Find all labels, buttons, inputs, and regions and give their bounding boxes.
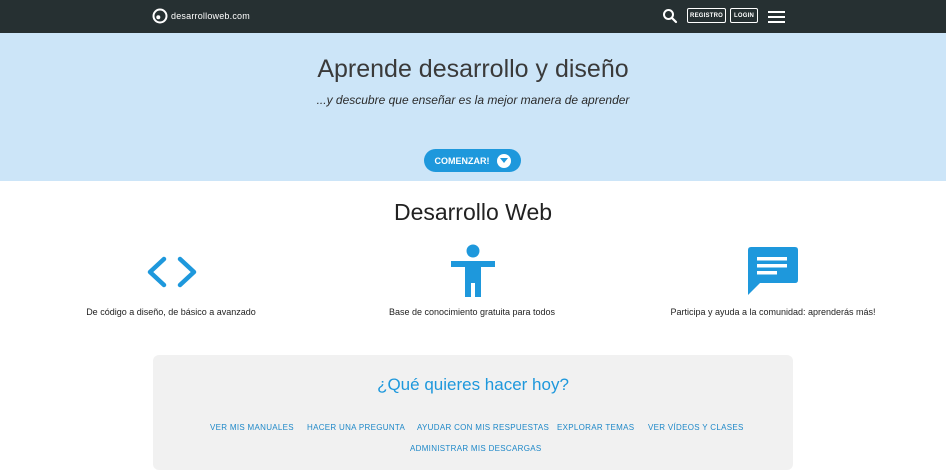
action-link-manuals[interactable]: VER MIS MANUALES — [210, 423, 294, 432]
register-button[interactable]: REGISTRO — [687, 8, 726, 23]
start-button-label: COMENZAR! — [434, 155, 490, 166]
site-logo[interactable]: desarrolloweb.com — [152, 7, 250, 25]
chevron-down-icon — [496, 153, 511, 168]
logo-icon — [152, 8, 168, 24]
person-icon — [451, 244, 495, 297]
logo-text: desarrolloweb.com — [171, 11, 250, 21]
feature-text-code: De código a diseño, de básico a avanzado — [86, 307, 256, 317]
search-icon — [663, 9, 678, 24]
actions-panel: ¿Qué quieres hacer hoy? VER MIS MANUALES… — [153, 355, 793, 470]
action-link-downloads[interactable]: ADMINISTRAR MIS DESCARGAS — [410, 444, 542, 453]
feature-text-community: Participa y ayuda a la comunidad: aprend… — [670, 307, 876, 317]
section-title: Desarrollo Web — [393, 199, 553, 225]
hero-title: Aprende desarrollo y diseño — [317, 55, 629, 83]
hero-subtitle: ...y descubre que enseñar es la mejor ma… — [316, 93, 630, 107]
search-button[interactable] — [662, 8, 678, 24]
chat-icon — [748, 247, 798, 295]
action-link-answers[interactable]: AYUDAR CON MIS RESPUESTAS — [417, 423, 549, 432]
action-link-videos[interactable]: VER VÍDEOS Y CLASES — [648, 423, 744, 432]
hero-banner: Aprende desarrollo y diseño ...y descubr… — [0, 33, 946, 181]
top-navigation-bar: desarrolloweb.com REGISTRO LOGIN — [0, 0, 946, 33]
action-link-topics[interactable]: EXPLORAR TEMAS — [557, 423, 634, 432]
panel-title: ¿Qué quieres hacer hoy? — [377, 375, 569, 394]
login-button[interactable]: LOGIN — [730, 8, 758, 23]
hamburger-menu-icon[interactable] — [768, 11, 785, 23]
action-link-ask[interactable]: HACER UNA PREGUNTA — [307, 423, 405, 432]
feature-text-base: Base de conocimiento gratuita para todos — [388, 307, 556, 317]
start-button[interactable]: COMENZAR! — [424, 149, 521, 172]
code-icon — [147, 256, 197, 288]
